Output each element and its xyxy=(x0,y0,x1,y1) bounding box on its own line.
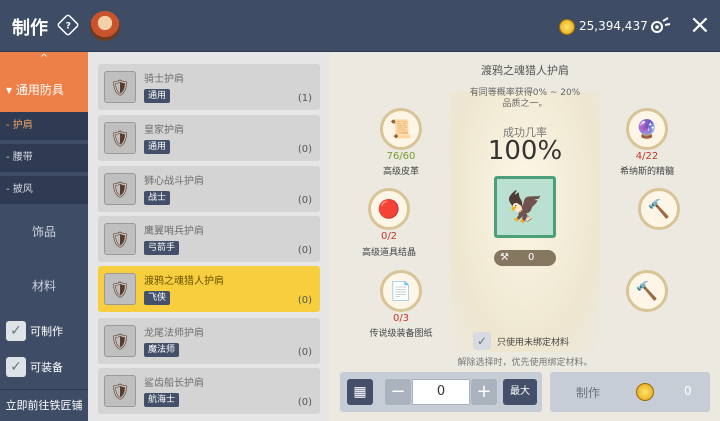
material-count: 0/3 xyxy=(392,313,410,324)
checkbox-craftable[interactable]: ✓ xyxy=(6,321,26,341)
job-tag: 弓箭手 xyxy=(144,241,180,255)
quantity-controls: ▦ − 0 + 最大 xyxy=(340,372,542,412)
item-count: (0) xyxy=(297,245,312,256)
material-name: 希纳斯的精髓 xyxy=(619,167,674,177)
item-count: (0) xyxy=(297,397,312,408)
shoulder-armor-icon: 🛡 xyxy=(104,375,136,407)
filter-equippable[interactable]: ✓ 可装备 xyxy=(6,356,86,378)
list-item[interactable]: 🛡 皇家护肩 通用 (0) xyxy=(98,115,320,161)
result-count: 0 xyxy=(528,252,535,263)
settings-icon[interactable] xyxy=(649,16,671,36)
recipe-title: 渡鸦之魂猎人护肩 xyxy=(481,64,569,77)
help-icon[interactable]: ? xyxy=(56,13,80,37)
goto-blacksmith-button[interactable]: 立即前往铁匠铺 xyxy=(0,389,88,421)
list-item[interactable]: 🛡 鲨齿船长护肩 航海士 (0) xyxy=(98,368,320,414)
quality-chance: 有同等概率获得0% ~ 20% 品质之一。 xyxy=(450,88,600,110)
coin-icon xyxy=(636,383,654,401)
sidebar-item-accessories[interactable]: 饰品 xyxy=(0,204,88,260)
job-tag: 通用 xyxy=(144,140,171,154)
job-tag: 通用 xyxy=(144,89,171,103)
item-count: (0) xyxy=(297,295,312,306)
crystal-icon[interactable]: 🔴 xyxy=(368,188,410,230)
checkbox-equippable[interactable]: ✓ xyxy=(6,357,26,377)
decrease-button[interactable]: − xyxy=(385,379,411,405)
scroll-up-icon[interactable]: ^ xyxy=(0,52,88,66)
item-name: 狮心战斗护肩 xyxy=(144,176,204,187)
shoulder-armor-icon: 🛡 xyxy=(104,273,136,305)
quantity-input[interactable]: 0 xyxy=(412,379,470,405)
item-count: (0) xyxy=(297,144,312,155)
shoulder-armor-icon: 🛡 xyxy=(104,325,136,357)
item-count: (0) xyxy=(297,195,312,206)
shoulder-armor-icon: 🛡 xyxy=(104,223,136,255)
craft-detail-panel: 渡鸦之魂猎人护肩 有同等概率获得0% ~ 20% 品质之一。 成功几率 100%… xyxy=(330,52,720,421)
item-name: 鲨齿船长护肩 xyxy=(144,378,204,389)
list-item[interactable]: 🛡 龙尾法师护肩 魔法师 (0) xyxy=(98,318,320,364)
avatar[interactable] xyxy=(90,11,120,41)
success-rate: 100% xyxy=(487,136,563,166)
hammer-slot-icon[interactable]: 🔨 xyxy=(626,270,668,312)
increase-button[interactable]: + xyxy=(471,379,497,405)
item-name: 骑士护肩 xyxy=(144,74,184,85)
category-sidebar: ^ ▾ 通用防具 - 护肩 - 腰带 - 披风 饰品 材料 ✓ 可制作 ✓ 可装… xyxy=(0,52,88,421)
meso-coin-icon xyxy=(559,19,575,35)
list-item[interactable]: 🛡 骑士护肩 通用 (1) xyxy=(98,64,320,110)
recipe-list[interactable]: 🛡 骑士护肩 通用 (1) 🛡 皇家护肩 通用 (0) 🛡 狮心战斗护肩 战士 … xyxy=(88,52,330,421)
hammer-slot-icon[interactable]: 🔨 xyxy=(638,188,680,230)
sidebar-subitem-belt[interactable]: - 腰带 xyxy=(0,144,88,172)
unbound-only-label: 只使用未绑定材料 xyxy=(497,338,570,348)
blueprint-icon[interactable]: 📄 xyxy=(380,270,422,312)
material-count: 0/2 xyxy=(380,231,398,242)
craft-cost: 0 xyxy=(684,384,692,398)
job-tag: 战士 xyxy=(144,191,171,205)
result-count-bar: ⚒ 0 xyxy=(494,250,556,266)
material-count: 4/22 xyxy=(635,151,659,162)
max-button[interactable]: 最大 xyxy=(503,379,537,405)
essence-orb-icon[interactable]: 🔮 xyxy=(626,108,668,150)
shoulder-armor-icon: 🛡 xyxy=(104,173,136,205)
filter-craftable[interactable]: ✓ 可制作 xyxy=(6,320,86,342)
item-name: 皇家护肩 xyxy=(144,125,184,136)
sidebar-subitem-cape[interactable]: - 披风 xyxy=(0,176,88,204)
hammer-icon: ⚒ xyxy=(500,252,509,263)
material-name: 传说级装备图纸 xyxy=(369,329,433,339)
material-count: 76/60 xyxy=(386,151,416,162)
bind-hint: 解除选择时，优先使用绑定材料。 xyxy=(457,358,593,368)
item-count: (0) xyxy=(297,347,312,358)
craft-button[interactable]: 制作 0 xyxy=(550,372,710,412)
shoulder-armor-icon: 🛡 xyxy=(104,71,136,103)
job-tag: 魔法师 xyxy=(144,343,180,357)
result-item-icon[interactable]: 🦅 xyxy=(494,176,556,238)
material-name: 高级皮革 xyxy=(382,167,419,177)
unbound-only-checkbox[interactable]: ✓ xyxy=(473,332,491,350)
close-icon[interactable]: × xyxy=(689,12,711,38)
currency-amount: 25,394,437 xyxy=(579,19,648,33)
shoulder-armor-icon: 🛡 xyxy=(104,122,136,154)
list-item-selected[interactable]: 🛡 渡鸦之魂猎人护肩 飞侠 (0) xyxy=(98,266,320,312)
sidebar-subitem-shoulder[interactable]: - 护肩 xyxy=(0,112,88,140)
top-bar: 制作 ? 25,394,437 × xyxy=(0,0,720,52)
calculator-icon[interactable]: ▦ xyxy=(347,379,373,405)
job-tag: 航海士 xyxy=(144,393,180,407)
item-name: 渡鸦之魂猎人护肩 xyxy=(144,276,224,287)
page-title: 制作 xyxy=(12,18,48,39)
craft-label: 制作 xyxy=(576,386,601,400)
material-name: 高级道具结晶 xyxy=(361,248,416,258)
item-name: 鹰翼哨兵护肩 xyxy=(144,226,204,237)
quality-chance-line: 品质之一。 xyxy=(502,99,548,109)
sidebar-item-common-armor[interactable]: ▾ 通用防具 xyxy=(0,66,88,112)
quality-chance-line: 有同等概率获得0% ~ 20% xyxy=(469,88,581,98)
filter-label: 可制作 xyxy=(30,325,63,338)
list-item[interactable]: 🛡 鹰翼哨兵护肩 弓箭手 (0) xyxy=(98,216,320,262)
list-item[interactable]: 🛡 狮心战斗护肩 战士 (0) xyxy=(98,166,320,212)
item-count: (1) xyxy=(297,93,312,104)
job-tag: 飞侠 xyxy=(144,291,171,305)
item-name: 龙尾法师护肩 xyxy=(144,328,204,339)
sidebar-item-materials[interactable]: 材料 xyxy=(0,258,88,314)
filter-label: 可装备 xyxy=(30,361,63,374)
scroll-icon[interactable]: 📜 xyxy=(380,108,422,150)
